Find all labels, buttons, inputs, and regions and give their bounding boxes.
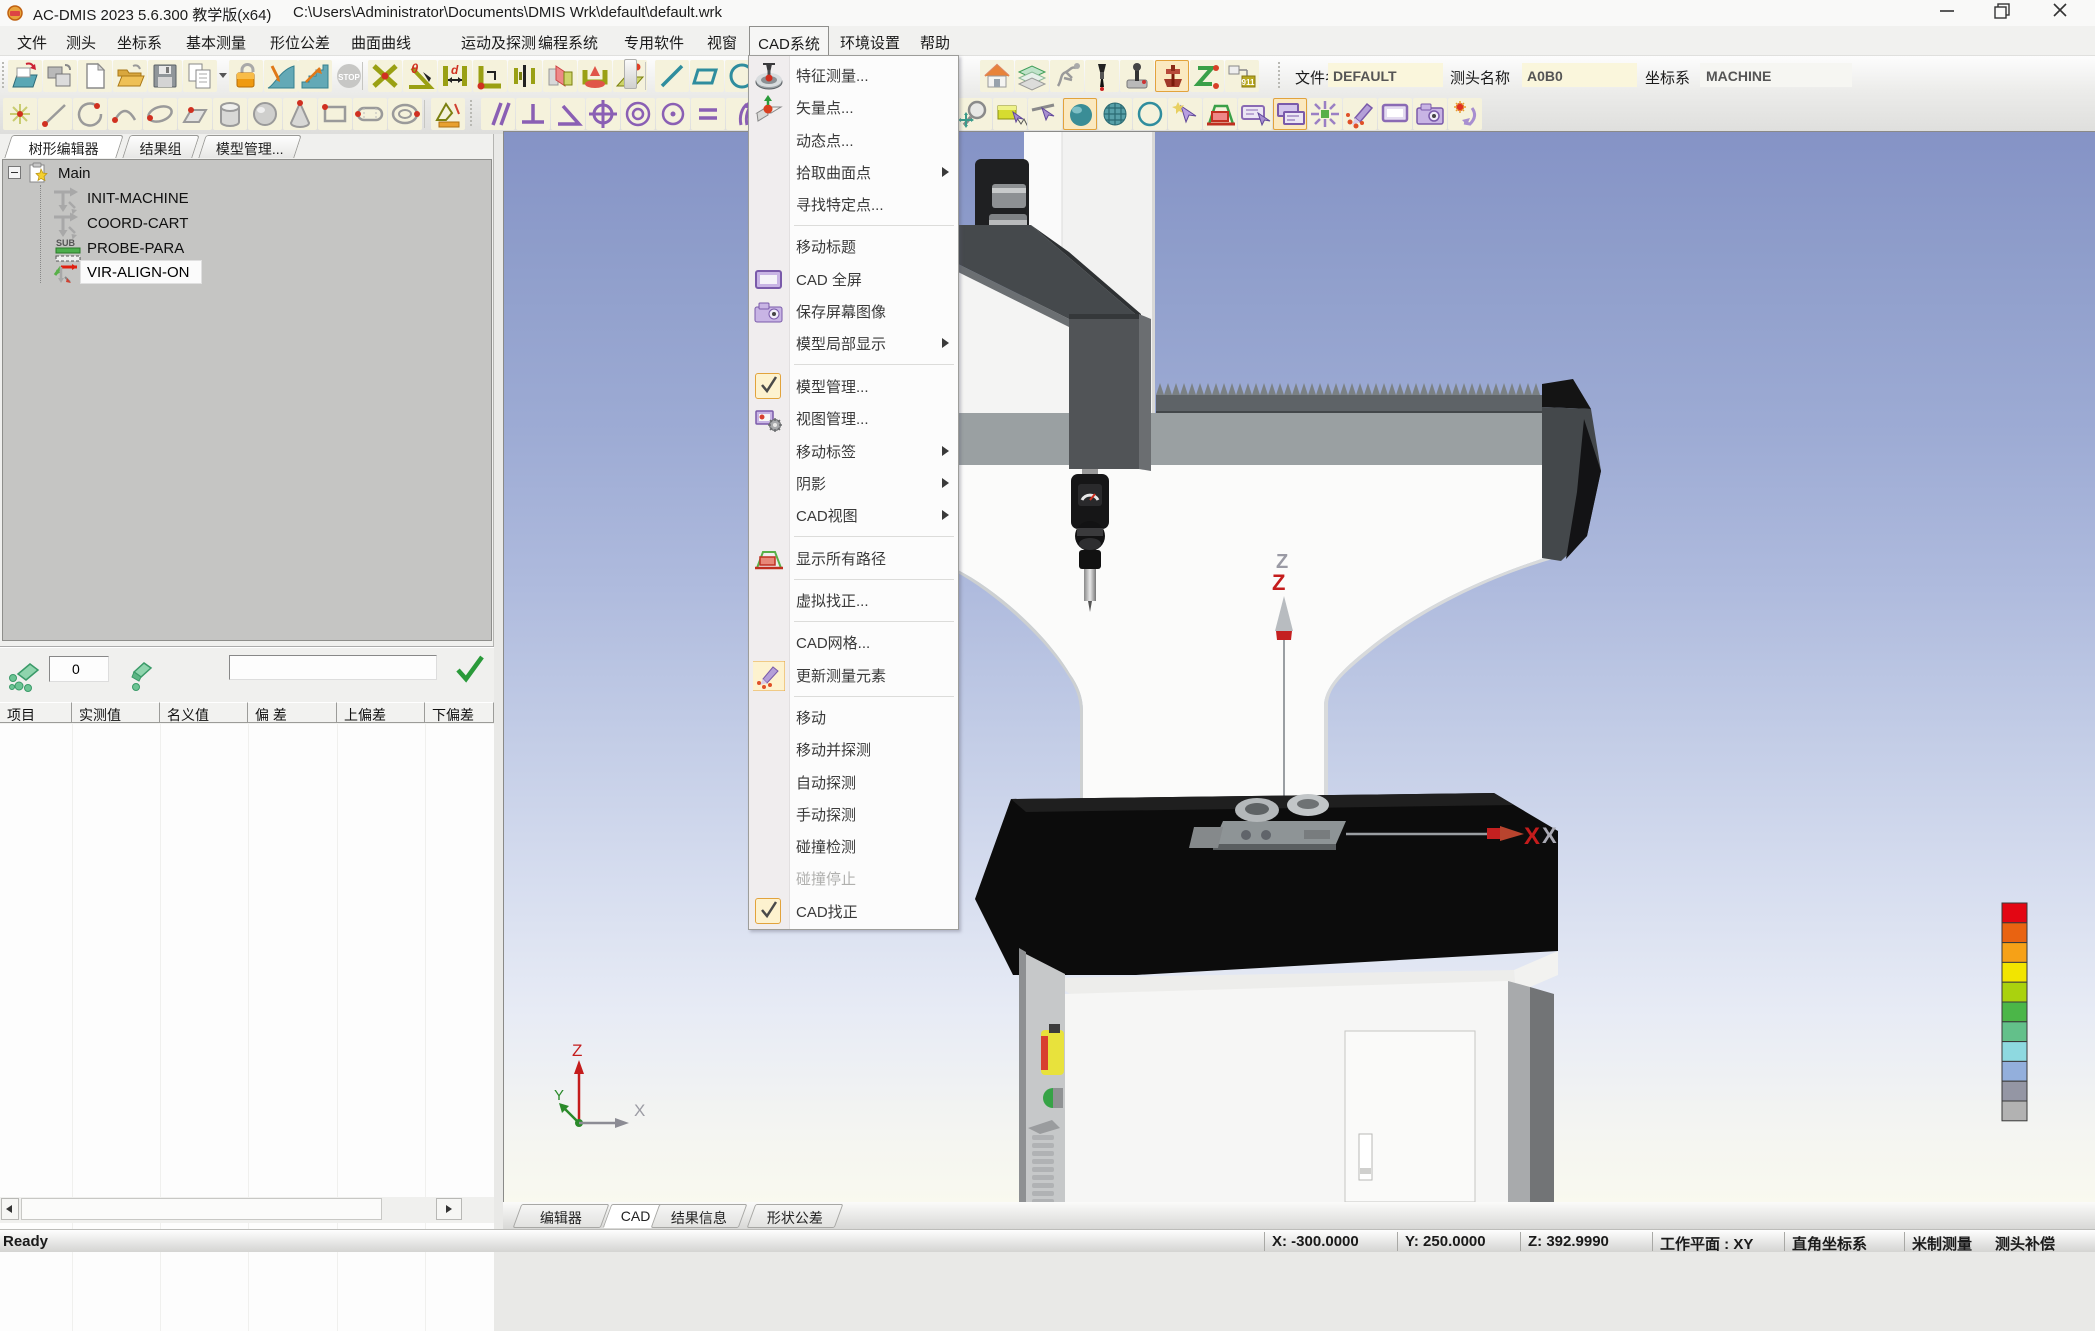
svg-text:STOP: STOP <box>338 73 360 82</box>
svg-text:Y: Y <box>554 1087 564 1104</box>
svg-text:SUB: SUB <box>56 238 76 248</box>
svg-text:θ: θ <box>411 61 418 76</box>
svg-text:Z: Z <box>572 1041 582 1060</box>
svg-text:X: X <box>1524 823 1540 850</box>
svg-text:X: X <box>634 1101 645 1120</box>
svg-text:d: d <box>451 63 459 77</box>
svg-text:911: 911 <box>1242 78 1255 87</box>
svg-text:X: X <box>1542 823 1557 848</box>
svg-text:Z: Z <box>1272 570 1285 595</box>
